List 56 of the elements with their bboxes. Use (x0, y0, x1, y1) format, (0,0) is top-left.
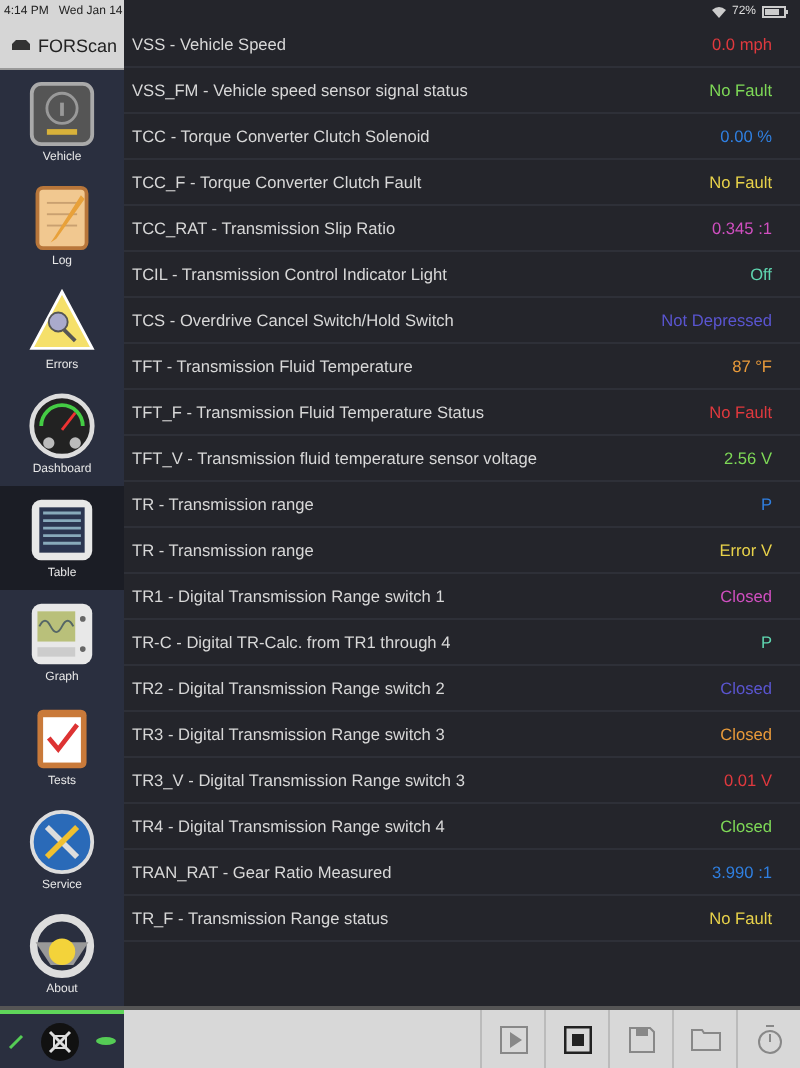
parameter-name: TR2 - Digital Transmission Range switch 2 (132, 678, 445, 698)
stopwatch-icon (755, 1024, 783, 1054)
connection-icon (8, 1033, 24, 1049)
gauge-icon (28, 392, 96, 460)
parameter-value: No Fault (709, 172, 772, 192)
graph-icon (28, 600, 96, 668)
tools-icon (28, 808, 96, 876)
parameter-value: Closed (720, 816, 772, 836)
parameter-name: TR_F - Transmission Range status (132, 908, 389, 928)
parameter-value: No Fault (709, 80, 772, 100)
parameter-name: TCS - Overdrive Cancel Switch/Hold Switch (132, 310, 454, 330)
steering-wheel-icon (28, 912, 96, 980)
parameter-name: TFT_V - Transmission fluid temperature sensor voltage (132, 448, 537, 468)
parameter-name: TR3_V - Digital Transmission Range switch 3 (132, 770, 465, 790)
parameter-name: TR4 - Digital Transmission Range switch 4 (132, 816, 445, 836)
parameter-value: Closed (720, 586, 772, 606)
parameter-name: TRAN_RAT - Gear Ratio Measured (132, 862, 392, 882)
parameter-value: Off (750, 264, 772, 284)
parameter-name: VSS - Vehicle Speed (132, 34, 287, 54)
parameter-name: TFT - Transmission Fluid Temperature (132, 356, 413, 376)
parameter-name: TCC_F - Torque Converter Clutch Fault (132, 172, 422, 192)
parameter-name: TR3 - Digital Transmission Range switch 3 (132, 724, 445, 744)
parameter-value: 0.0 mph (712, 34, 772, 54)
parameter-value: 0.345 :1 (712, 218, 772, 238)
warning-icon (28, 288, 96, 356)
battery-icon (762, 5, 788, 17)
play-icon (499, 1025, 527, 1053)
parameter-name: TR - Transmission range (132, 494, 314, 514)
parameter-name: TCIL - Transmission Control Indicator Light (132, 264, 447, 284)
parameter-value: P (760, 632, 772, 652)
parameter-value: 0.00 % (720, 126, 772, 146)
table-icon (28, 496, 96, 564)
wifi-icon (711, 5, 726, 17)
parameter-name: VSS_FM - Vehicle speed sensor signal status (132, 80, 468, 100)
parameter-name: TR1 - Digital Transmission Range switch 1 (132, 586, 445, 606)
parameter-name: TFT_F - Transmission Fluid Temperature Status (132, 402, 484, 422)
parameter-value: Not Depressed (661, 310, 772, 330)
parameter-value: 0.01 V (724, 770, 772, 790)
parameter-name: TCC - Torque Converter Clutch Solenoid (132, 126, 430, 146)
parameter-name: TR-C - Digital TR-Calc. from TR1 through 4 (132, 632, 451, 652)
parameter-value: Error V (719, 540, 772, 560)
parameter-value: 2.56 V (724, 448, 772, 468)
parameter-value: Closed (720, 724, 772, 744)
parameter-value: Closed (720, 678, 772, 698)
info-icon (28, 80, 96, 148)
stop-icon (563, 1025, 591, 1053)
parameter-value: 87 °F (732, 356, 772, 376)
folder-icon (689, 1026, 721, 1052)
parameter-value: No Fault (709, 908, 772, 928)
parameter-name: TCC_RAT - Transmission Slip Ratio (132, 218, 396, 238)
app-title: FORScan (38, 35, 118, 55)
parameter-value: P (760, 494, 772, 514)
parameter-value: 3.990 :1 (712, 862, 772, 882)
adapter-icon (40, 1021, 80, 1061)
parameter-name: TR - Transmission range (132, 540, 314, 560)
parameter-value: No Fault (709, 402, 772, 422)
